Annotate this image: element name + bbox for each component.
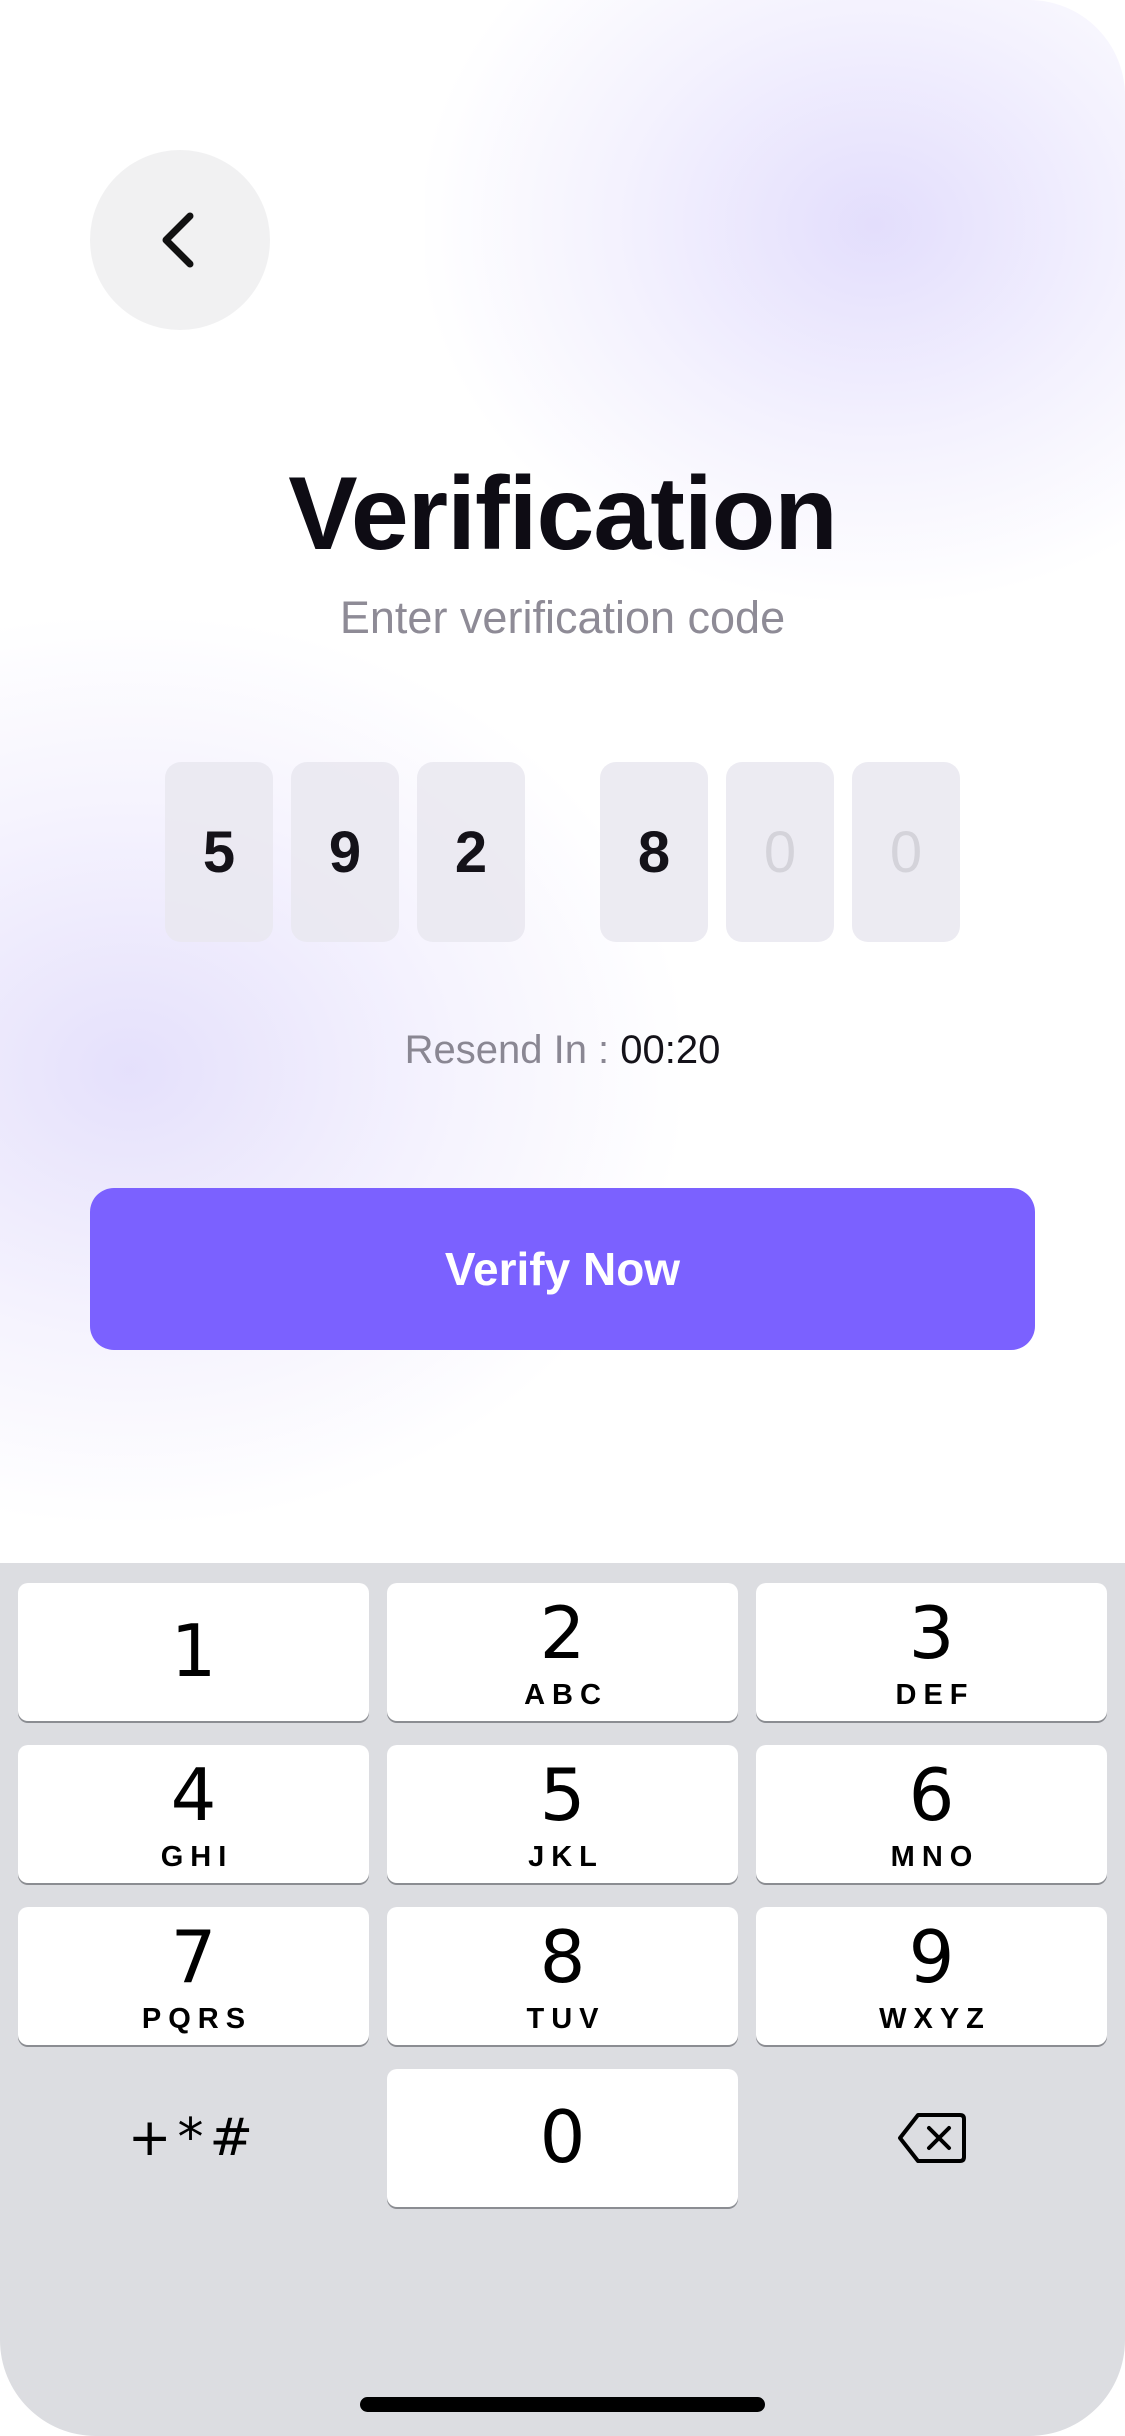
otp-digit-5[interactable]: 0	[726, 762, 834, 942]
key-7[interactable]: 7 PQRS	[18, 1907, 369, 2045]
key-6[interactable]: 6 MNO	[756, 1745, 1107, 1883]
key-letters: WXYZ	[879, 2003, 991, 2035]
symbols-label: +*#	[127, 2108, 260, 2168]
key-8[interactable]: 8 TUV	[387, 1907, 738, 2045]
key-digit: 9	[908, 1915, 955, 1999]
numeric-keypad: 1 2 ABC 3 DEF 4 GHI 5 JKL 6 MNO 7 PQRS 8…	[0, 1563, 1125, 2436]
resend-countdown: 00:20	[620, 1028, 721, 1072]
key-digit: 6	[908, 1753, 955, 1837]
key-letters: TUV	[526, 2003, 606, 2035]
verify-now-button[interactable]: Verify Now	[90, 1188, 1035, 1350]
key-1[interactable]: 1	[18, 1583, 369, 1721]
key-4[interactable]: 4 GHI	[18, 1745, 369, 1883]
key-digit: 7	[170, 1915, 217, 1999]
key-3[interactable]: 3 DEF	[756, 1583, 1107, 1721]
chevron-left-icon	[162, 212, 194, 268]
key-letters: PQRS	[141, 2003, 253, 2035]
otp-digit-2[interactable]: 9	[291, 762, 399, 942]
key-9[interactable]: 9 WXYZ	[756, 1907, 1107, 2045]
key-digit: 0	[539, 2095, 586, 2179]
otp-digit-3[interactable]: 2	[417, 762, 525, 942]
key-letters: MNO	[890, 1841, 980, 1873]
key-digit: 1	[170, 1609, 217, 1693]
key-digit: 3	[908, 1591, 955, 1675]
key-digit: 5	[539, 1753, 586, 1837]
symbols-key[interactable]: +*#	[18, 2069, 369, 2207]
page-subtitle: Enter verification code	[339, 592, 786, 643]
back-button[interactable]	[90, 150, 270, 330]
verification-screen: Verification Enter verification code 5 9…	[0, 0, 1125, 2436]
home-indicator[interactable]	[360, 2397, 765, 2412]
key-digit: 2	[539, 1591, 586, 1675]
key-letters: GHI	[160, 1841, 234, 1873]
key-digit: 4	[170, 1753, 217, 1837]
key-letters: JKL	[528, 1841, 604, 1873]
otp-digit-6[interactable]: 0	[852, 762, 960, 942]
resend-timer: Resend In : 00:20	[0, 1028, 1125, 1073]
key-0[interactable]: 0	[387, 2069, 738, 2207]
otp-digit-1[interactable]: 5	[165, 762, 273, 942]
key-digit: 8	[539, 1915, 586, 1999]
key-letters: DEF	[895, 1679, 975, 1711]
key-2[interactable]: 2 ABC	[387, 1583, 738, 1721]
delete-backspace-icon	[897, 2113, 966, 2163]
resend-label: Resend In :	[404, 1028, 610, 1072]
key-letters: ABC	[524, 1679, 608, 1711]
delete-key[interactable]	[756, 2069, 1107, 2207]
key-5[interactable]: 5 JKL	[387, 1745, 738, 1883]
page-title: Verification	[288, 456, 838, 572]
otp-digit-4[interactable]: 8	[600, 762, 708, 942]
